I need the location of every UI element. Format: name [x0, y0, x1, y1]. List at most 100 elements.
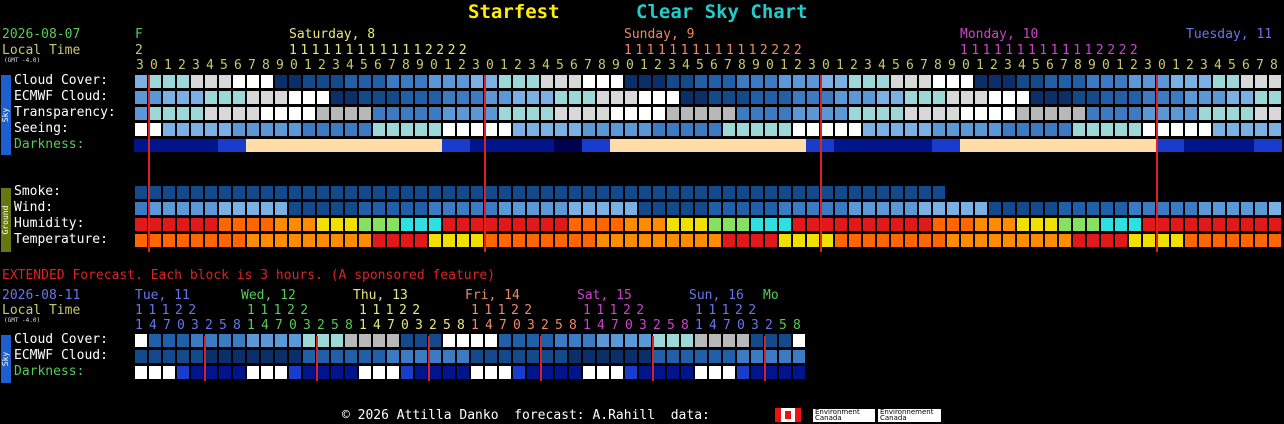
ext-darkness-cell [233, 366, 245, 379]
humidity-cell [653, 218, 665, 231]
ext-cloud-cell [135, 334, 147, 347]
darkness-cell [603, 139, 607, 152]
darkness-cell [557, 139, 561, 152]
ext-cloud-cell [597, 334, 609, 347]
wind-cell [849, 202, 861, 215]
humidity-cell [863, 218, 875, 231]
ext-darkness-cell [359, 366, 371, 379]
darkness-cell [631, 139, 635, 152]
seeing-cell [863, 123, 875, 136]
ext-cloud-cell [443, 334, 455, 347]
darkness-cell [1037, 139, 1041, 152]
cloud-cover-cell [205, 75, 217, 88]
temperature-cell [1157, 234, 1169, 247]
ext-darkness-cell [261, 366, 273, 379]
ext-hour-digit: 2 [317, 318, 325, 333]
humidity-cell [639, 218, 651, 231]
darkness-cell [1009, 139, 1013, 152]
seeing-cell [919, 123, 931, 136]
darkness-cell [298, 139, 302, 152]
transparency-cell [1241, 107, 1253, 120]
seeing-cell [471, 123, 483, 136]
darkness-cell [1068, 139, 1072, 152]
darkness-cell [974, 139, 978, 152]
sky-row-label: ECMWF Cloud: [14, 89, 108, 104]
ecmwf-cloud-cell [261, 91, 273, 104]
transparency-cell [163, 107, 175, 120]
ecmwf-cloud-cell [219, 91, 231, 104]
temperature-cell [1213, 234, 1225, 247]
smoke-cell [513, 186, 525, 199]
darkness-cell [456, 139, 460, 152]
darkness-cell [375, 139, 379, 152]
temperature-cell [1199, 234, 1211, 247]
smoke-cell [233, 186, 245, 199]
darkness-cell [354, 139, 358, 152]
transparency-cell [443, 107, 455, 120]
darkness-cell [918, 139, 922, 152]
ext-midnight-line [204, 336, 206, 381]
ecmwf-cloud-cell [1227, 91, 1239, 104]
temperature-cell [401, 234, 413, 247]
darkness-cell [732, 139, 736, 152]
ext-ecmwf-cell [387, 350, 399, 363]
ext-hour-digit: 1 [471, 318, 479, 333]
darkness-cell [596, 139, 600, 152]
wind-cell [835, 202, 847, 215]
wind-cell [163, 202, 175, 215]
ecmwf-cloud-cell [989, 91, 1001, 104]
transparency-cell [835, 107, 847, 120]
ecmwf-cloud-cell [303, 91, 315, 104]
cloud-cover-cell [1003, 75, 1015, 88]
humidity-cell [905, 218, 917, 231]
cloud-cover-cell [667, 75, 679, 88]
midnight-line [484, 75, 486, 252]
transparency-cell [1087, 107, 1099, 120]
smoke-cell [807, 186, 819, 199]
temperature-cell [975, 234, 987, 247]
darkness-cell [333, 139, 337, 152]
transparency-cell [919, 107, 931, 120]
cloud-cover-cell [457, 75, 469, 88]
darkness-cell [365, 139, 369, 152]
wind-cell [415, 202, 427, 215]
ext-cloud-cell [793, 334, 805, 347]
ext-darkness-cell [709, 366, 721, 379]
ext-hour-digit: 4 [261, 318, 269, 333]
humidity-cell [457, 218, 469, 231]
darkness-cell [956, 139, 960, 152]
temperature-cell [1129, 234, 1141, 247]
temperature-cell [219, 234, 231, 247]
ecmwf-cloud-cell [415, 91, 427, 104]
seeing-cell [219, 123, 231, 136]
ext-darkness-cell [317, 366, 329, 379]
ext-darkness-cell [191, 366, 203, 379]
seeing-cell [191, 123, 203, 136]
darkness-cell [844, 139, 848, 152]
darkness-cell [708, 139, 712, 152]
darkness-cell [316, 139, 320, 152]
ext-hour-digit: 8 [233, 318, 241, 333]
darkness-cell [1054, 139, 1058, 152]
humidity-cell [247, 218, 259, 231]
temperature-cell [387, 234, 399, 247]
transparency-cell [149, 107, 161, 120]
ecmwf-cloud-cell [1241, 91, 1253, 104]
ext-hour-tens: 11122 [247, 303, 314, 318]
darkness-cell [1044, 139, 1048, 152]
temperature-cell [933, 234, 945, 247]
ext-darkness-cell [779, 366, 791, 379]
cloud-cover-cell [1227, 75, 1239, 88]
humidity-cell [1185, 218, 1197, 231]
ext-cloud-cell [751, 334, 763, 347]
transparency-cell [597, 107, 609, 120]
wind-cell [695, 202, 707, 215]
darkness-cell [760, 139, 764, 152]
ext-darkness-cell [163, 366, 175, 379]
wind-cell [1087, 202, 1099, 215]
transparency-cell [191, 107, 203, 120]
ext-darkness-cell [289, 366, 301, 379]
humidity-cell [681, 218, 693, 231]
ext-hour-digit: 3 [751, 318, 759, 333]
ecmwf-cloud-cell [737, 91, 749, 104]
